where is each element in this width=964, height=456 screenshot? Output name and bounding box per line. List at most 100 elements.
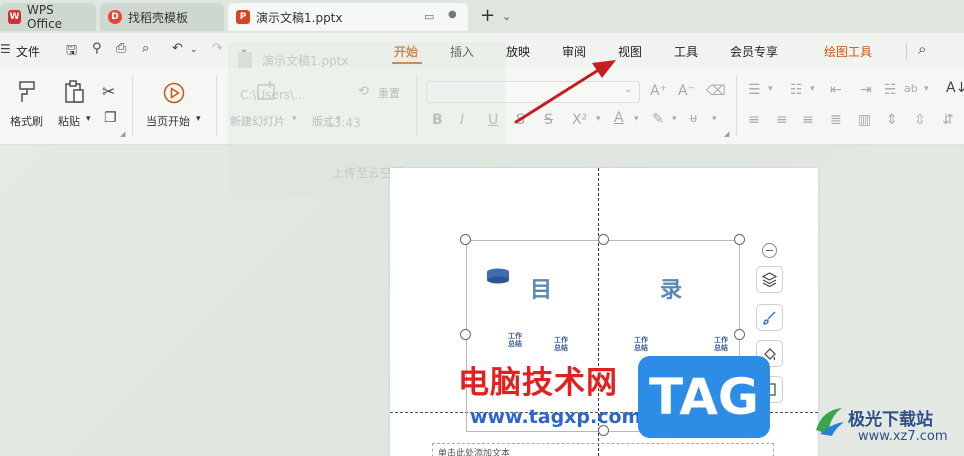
increase-font-icon[interactable]: A⁺: [650, 83, 667, 99]
brush-tool-button[interactable]: [756, 304, 783, 331]
menu-tools[interactable]: 工具: [674, 43, 698, 60]
slide-title-left: 目: [530, 278, 553, 303]
paste-icon[interactable]: [62, 80, 86, 104]
format-painter-icon[interactable]: [16, 80, 38, 104]
popup-file-name: 演示文稿1.pptx: [262, 54, 349, 68]
char-spacing-chevron-icon[interactable]: ▾: [712, 114, 717, 124]
text-direction-chevron-icon[interactable]: ▾: [924, 84, 929, 94]
highlight-chevron-icon[interactable]: ▾: [672, 114, 677, 124]
text-direction-icon[interactable]: ab: [904, 82, 918, 95]
font-select-chevron-icon[interactable]: ⌄: [624, 84, 632, 95]
print-preview-icon[interactable]: ⌕: [142, 41, 149, 56]
menu-drawing-tools[interactable]: 绘图工具: [824, 43, 872, 60]
numbered-list-icon[interactable]: ☷: [790, 82, 803, 98]
slide-title-right: 录: [660, 278, 683, 303]
tab-label: 找稻壳模板: [128, 10, 189, 25]
brush-icon: [763, 311, 776, 325]
from-current-chevron-icon[interactable]: ▾: [196, 114, 201, 124]
popup-file-path: C:\Users\...: [240, 88, 306, 102]
align-justify-icon[interactable]: ≣: [830, 112, 842, 128]
distribute-icon[interactable]: ▥: [858, 112, 871, 128]
superscript-icon[interactable]: X²: [572, 112, 587, 128]
watermark-site-name: 极光下载站: [848, 410, 933, 430]
char-spacing-icon[interactable]: ᵾ: [690, 110, 697, 126]
file-thumb-icon: [238, 52, 252, 68]
numbered-chevron-icon[interactable]: ▾: [810, 84, 815, 94]
superscript-chevron-icon[interactable]: ▾: [596, 114, 601, 124]
aurora-logo-icon: [816, 408, 844, 436]
collapse-tools-icon[interactable]: −: [762, 243, 777, 258]
copy-icon[interactable]: ❐: [104, 110, 117, 126]
increase-indent-icon[interactable]: ⇥: [860, 82, 872, 98]
tab-label: 演示文稿1.pptx: [256, 10, 343, 25]
sort-icon[interactable]: A↓: [946, 80, 964, 96]
line-spacing-icon[interactable]: ☵: [884, 82, 897, 98]
undo-chevron-icon[interactable]: ⌄: [190, 45, 198, 55]
print-icon[interactable]: ⎙: [116, 41, 126, 56]
clear-format-icon[interactable]: ⌫: [706, 83, 726, 99]
align-center-icon[interactable]: ≡: [776, 112, 788, 128]
save-icon[interactable]: 🖫: [66, 41, 77, 63]
align-right-icon[interactable]: ≡: [802, 112, 814, 128]
watermark-url: www.tagxp.com: [470, 406, 642, 428]
font-color-chevron-icon[interactable]: ▾: [634, 114, 639, 124]
resize-handle[interactable]: [460, 234, 471, 245]
strikethrough-icon[interactable]: S: [544, 112, 553, 128]
tab-docer-templates[interactable]: D 找稻壳模板: [100, 3, 224, 31]
resize-handle[interactable]: [734, 329, 745, 340]
toc-item-label: 工作 总结: [714, 336, 728, 352]
font-expand-icon[interactable]: ◢: [724, 130, 729, 138]
redo-icon[interactable]: ↷: [212, 41, 223, 56]
watermark-site-domain: www.xz7.com: [858, 429, 948, 444]
undo-icon[interactable]: ↶: [172, 41, 183, 56]
toc-item-label: 工作 总结: [554, 336, 568, 352]
bullet-chevron-icon[interactable]: ▾: [768, 84, 773, 94]
menu-slideshow[interactable]: 放映: [506, 43, 530, 60]
bullet-list-icon[interactable]: ☰: [748, 82, 761, 98]
font-color-icon[interactable]: A: [614, 110, 624, 126]
play-from-current-icon[interactable]: [163, 82, 185, 104]
paste-label[interactable]: 粘贴: [58, 113, 80, 129]
resize-handle[interactable]: [460, 329, 471, 340]
watermark-tag-logo: TAG: [638, 356, 770, 438]
line-height-icon[interactable]: ⇕: [886, 112, 898, 128]
link-icon[interactable]: ⚲: [92, 41, 102, 56]
highlight-icon[interactable]: ✎: [652, 111, 664, 127]
from-current-label[interactable]: 当页开始: [146, 113, 190, 129]
popup-file-time: 13:43: [326, 116, 361, 130]
hamburger-icon[interactable]: ☰: [0, 42, 11, 56]
docer-logo-icon: D: [108, 10, 122, 24]
paragraph-spacing-icon[interactable]: ⇵: [942, 112, 954, 128]
ribbon-divider: [132, 75, 133, 137]
unsaved-dot-icon: ●: [448, 9, 457, 20]
text-placeholder[interactable]: 单击此处添加文本: [432, 443, 774, 456]
decrease-font-icon[interactable]: A⁻: [678, 83, 695, 99]
align-left-icon[interactable]: ≡: [748, 112, 760, 128]
clipboard-expand-icon[interactable]: ◢: [120, 130, 125, 138]
decrease-indent-icon[interactable]: ⇤: [830, 82, 842, 98]
menu-member[interactable]: 会员专享: [730, 43, 778, 60]
search-icon[interactable]: ⌕: [918, 40, 926, 58]
layers-icon: [762, 272, 777, 287]
ppt-logo-icon: P: [236, 10, 250, 24]
toc-item-label: 工作 总结: [508, 332, 522, 348]
tab-wps-office[interactable]: W WPS Office: [0, 3, 96, 31]
shadow-icon[interactable]: S: [516, 112, 525, 128]
paste-chevron-icon[interactable]: ▾: [86, 114, 91, 124]
column-icon[interactable]: ⇳: [914, 112, 926, 128]
new-tab-plus-icon[interactable]: +: [480, 5, 495, 26]
screen-icon[interactable]: ▭: [424, 10, 434, 23]
menu-view[interactable]: 视图: [618, 43, 642, 60]
tab-presentation[interactable]: P 演示文稿1.pptx ▭ ●: [228, 3, 468, 31]
ribbon-divider: [216, 75, 217, 137]
tab-bar: W WPS Office D 找稻壳模板 P 演示文稿1.pptx ▭ ● + …: [0, 0, 964, 33]
layers-tool-button[interactable]: [756, 266, 783, 293]
resize-handle[interactable]: [598, 234, 609, 245]
resize-handle[interactable]: [734, 234, 745, 245]
file-menu[interactable]: 文件: [16, 43, 40, 60]
tab-list-chevron-icon[interactable]: ⌄: [502, 10, 511, 23]
tab-label: WPS Office: [27, 3, 63, 31]
cut-icon[interactable]: ✂: [102, 82, 115, 101]
ribbon-divider: [736, 75, 737, 137]
menu-review[interactable]: 审阅: [562, 43, 586, 60]
